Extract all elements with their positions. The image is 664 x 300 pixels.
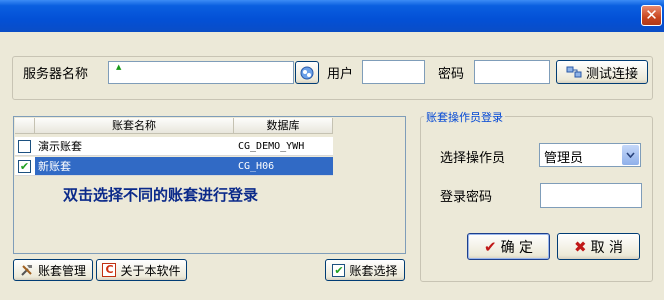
about-label: 关于本软件 bbox=[120, 263, 181, 278]
about-button[interactable]: C 关于本软件 bbox=[96, 259, 187, 281]
column-header-account-name[interactable]: 账套名称 bbox=[35, 118, 234, 134]
title-bar: ✕ bbox=[0, 0, 664, 32]
cancel-label: 取 消 bbox=[590, 239, 624, 256]
table-row[interactable]: 演示账套 CG_DEMO_YWH bbox=[15, 137, 333, 156]
grid-header-spacer bbox=[15, 118, 35, 134]
network-test-icon bbox=[566, 65, 582, 79]
server-password-label: 密码 bbox=[438, 67, 465, 82]
test-connection-button[interactable]: 测试连接 bbox=[556, 60, 648, 84]
account-manage-button[interactable]: 账套管理 bbox=[13, 259, 93, 281]
server-password-input[interactable] bbox=[474, 60, 550, 84]
account-select-label: 账套选择 bbox=[349, 263, 398, 278]
operator-label: 选择操作员 bbox=[440, 151, 506, 166]
row-checkbox-checked[interactable]: ✔ bbox=[18, 160, 31, 173]
user-input[interactable] bbox=[362, 60, 425, 84]
operator-select[interactable]: 管理员 bbox=[539, 143, 641, 167]
network-browse-icon bbox=[300, 66, 314, 80]
account-manage-label: 账套管理 bbox=[37, 263, 86, 278]
row-database: CG_DEMO_YWH bbox=[235, 137, 333, 156]
chevron-down-icon[interactable] bbox=[622, 145, 639, 165]
server-name-label: 服务器名称 bbox=[23, 67, 89, 82]
text-cursor-icon: ▲ bbox=[116, 63, 122, 71]
ok-label: 确 定 bbox=[500, 239, 534, 256]
tools-icon bbox=[20, 263, 34, 277]
row-checkbox[interactable] bbox=[18, 140, 31, 153]
row-database: CG_H06 bbox=[235, 157, 333, 176]
close-button[interactable]: ✕ bbox=[641, 5, 662, 26]
login-password-label: 登录密码 bbox=[440, 190, 493, 205]
checkbox-icon: ✔ bbox=[332, 263, 346, 277]
server-name-input[interactable]: ▲ bbox=[108, 61, 294, 84]
column-header-database[interactable]: 数据库 bbox=[234, 118, 333, 134]
row-account-name: 演示账套 bbox=[35, 137, 235, 156]
test-connection-label: 测试连接 bbox=[585, 66, 638, 82]
row-account-name: 新账套 bbox=[35, 157, 235, 176]
checkmark-icon: ✔ bbox=[483, 237, 497, 256]
browse-server-button[interactable] bbox=[295, 61, 319, 84]
cancel-button[interactable]: ✖ 取 消 bbox=[557, 233, 640, 260]
cancel-x-icon: ✖ bbox=[573, 237, 587, 256]
double-click-hint: 双击选择不同的账套进行登录 bbox=[63, 186, 259, 204]
operator-value: 管理员 bbox=[544, 151, 584, 166]
ok-button[interactable]: ✔ 确 定 bbox=[467, 233, 550, 260]
login-password-input[interactable] bbox=[540, 183, 642, 208]
table-row-selected[interactable]: ✔ 新账套 CG_H06 bbox=[15, 157, 333, 176]
operator-login-title: 账套操作员登录 bbox=[424, 109, 505, 125]
account-select-button[interactable]: ✔ 账套选择 bbox=[325, 259, 405, 281]
account-list[interactable]: 账套名称 数据库 演示账套 CG_DEMO_YWH ✔ 新账套 CG_H06 双… bbox=[13, 116, 406, 254]
about-c-icon: C bbox=[102, 263, 117, 277]
user-label: 用户 bbox=[327, 67, 354, 82]
